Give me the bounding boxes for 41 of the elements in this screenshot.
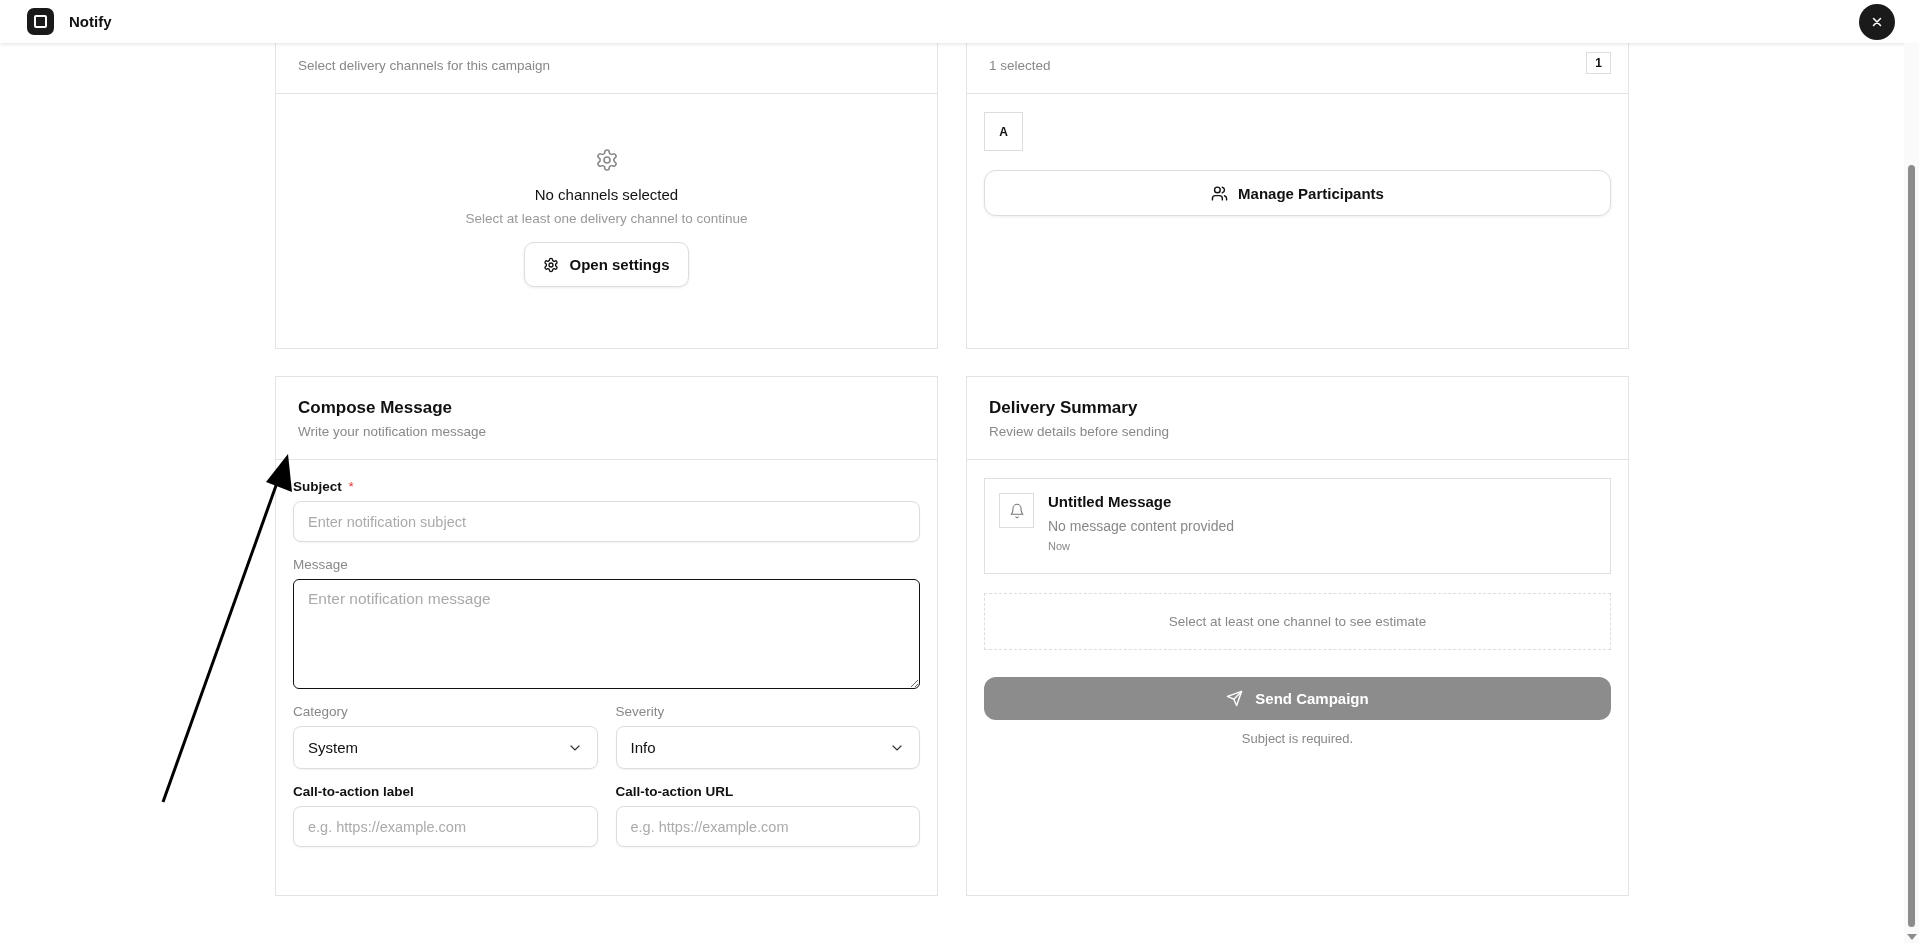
card-title: Delivery Summary <box>989 397 1139 419</box>
gear-icon <box>543 256 560 273</box>
message-textarea[interactable]: Enter notification message <box>293 579 920 689</box>
app-logo-icon <box>27 8 54 35</box>
estimate-notice: Select at least one channel to see estimate <box>984 593 1611 650</box>
manage-participants-button[interactable]: Manage Participants <box>984 170 1611 216</box>
card-subtitle: Review details before sending <box>989 423 1171 441</box>
card-title: Compose Message <box>298 397 453 419</box>
bell-icon <box>999 493 1034 528</box>
users-icon <box>1211 184 1229 202</box>
card-subtitle: Select delivery channels for this campaign <box>298 57 552 75</box>
field-label: Message <box>293 557 348 572</box>
field-label: Call-to-action label <box>293 784 414 799</box>
card-subtitle: 1 selected <box>989 57 1051 75</box>
gear-icon <box>594 148 619 172</box>
preview-title: Untitled Message <box>1048 493 1173 510</box>
validation-message: Subject is required. <box>1240 731 1355 746</box>
app-title: Notify <box>69 13 112 30</box>
preview-time: Now <box>1048 540 1071 552</box>
preview-message: No message content provided <box>1048 518 1234 534</box>
scrollbar[interactable] <box>1904 43 1919 943</box>
scroll-down-arrow-icon[interactable] <box>1907 934 1917 940</box>
required-mark: * <box>348 479 354 494</box>
select-dropdown[interactable]: Info <box>615 726 920 769</box>
text-input-field[interactable]: e.g. https://example.com <box>293 806 598 847</box>
close-button[interactable] <box>1859 3 1895 40</box>
empty-state-text: Select at least one delivery channel to continue <box>465 211 748 226</box>
scrollbar-thumb[interactable] <box>1908 165 1915 927</box>
count-badge: 1 <box>1586 52 1611 74</box>
field-label: Category <box>293 704 348 719</box>
field-label: Call-to-action URL <box>615 784 734 799</box>
open-settings-button[interactable]: Open settings <box>524 242 689 287</box>
card-subtitle: Write your notification message <box>298 423 488 441</box>
participant-avatar[interactable]: A <box>984 112 1023 151</box>
empty-state-title: No channels selected <box>534 186 679 203</box>
text-input-field[interactable]: Enter notification subject <box>293 501 920 542</box>
field-label: Severity <box>615 704 665 719</box>
text-input-field[interactable]: e.g. https://example.com <box>615 806 920 847</box>
send-icon <box>1226 690 1244 707</box>
field-label: Subject <box>293 479 342 494</box>
select-dropdown[interactable]: System <box>293 726 598 769</box>
